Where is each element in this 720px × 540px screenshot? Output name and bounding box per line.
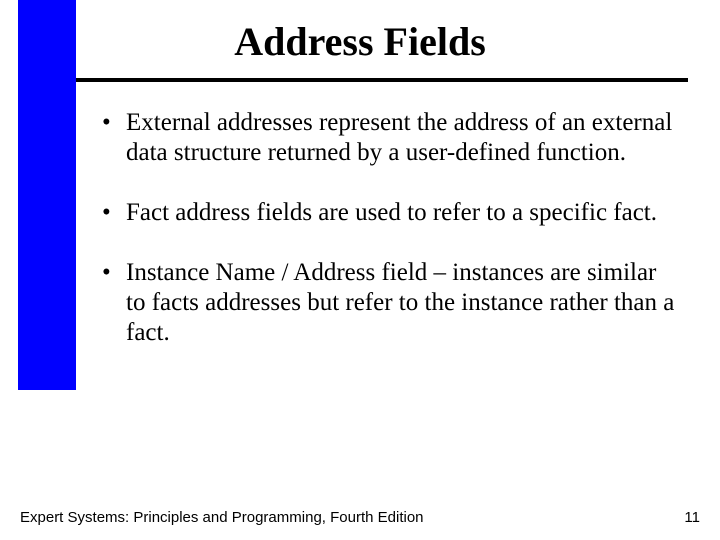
- bullet-item: Fact address fields are used to refer to…: [100, 198, 675, 228]
- body-content: External addresses represent the address…: [100, 108, 675, 378]
- bullet-item: Instance Name / Address field – instance…: [100, 258, 675, 348]
- slide-title: Address Fields: [0, 18, 720, 65]
- bullet-item: External addresses represent the address…: [100, 108, 675, 168]
- page-number: 11: [684, 509, 700, 526]
- title-underline: [76, 78, 688, 82]
- footer-source: Expert Systems: Principles and Programmi…: [20, 509, 424, 526]
- slide-footer: Expert Systems: Principles and Programmi…: [20, 509, 700, 526]
